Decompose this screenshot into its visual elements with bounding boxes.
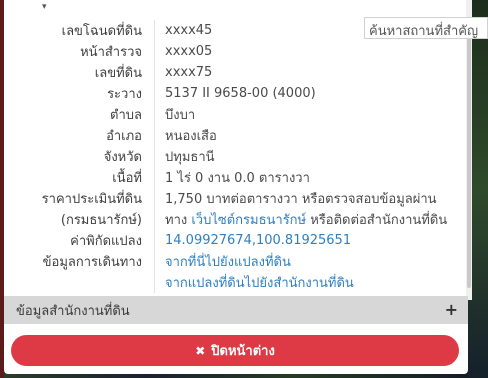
directions-to-office-link[interactable]: จากแปลงที่ดินไปยังสำนักงานที่ดิน <box>165 276 354 291</box>
table-row: ราคาประเมินที่ดิน 1,750 บาทต่อตารางวา หร… <box>4 188 466 209</box>
row-label <box>4 272 154 293</box>
row-value: 1 ไร่ 0 งาน 0.0 ตารางวา <box>165 171 310 186</box>
row-label: ข้อมูลการเดินทาง <box>42 255 142 270</box>
close-button-label: ปิดหน้าต่าง <box>211 344 275 359</box>
table-row: ข้อมูลการเดินทาง จากที่นี่ไปยังแปลงที่ดิ… <box>4 251 466 272</box>
row-label: (กรมธนารักษ์) <box>60 213 142 228</box>
row-value: xxxx75 <box>165 65 213 80</box>
table-row: เลขที่ดิน xxxx75 <box>4 62 466 83</box>
row-label: ราคาประเมินที่ดิน <box>41 192 142 207</box>
row-value: 1,750 บาทต่อตารางวา หรือตรวจสอบข้อมูลผ่า… <box>165 192 437 207</box>
table-row: ตำบล บึงบา <box>4 104 466 125</box>
directions-to-parcel-link[interactable]: จากที่นี่ไปยังแปลงที่ดิน <box>165 255 291 270</box>
row-label: จังหวัด <box>103 150 142 165</box>
row-label: ระวาง <box>107 87 142 102</box>
table-row: (กรมธนารักษ์) ทาง เว็บไซต์กรมธนารักษ์ หร… <box>4 209 466 230</box>
row-label: เลขที่ดิน <box>94 66 142 81</box>
chevron-down-icon: ▾ <box>42 2 47 12</box>
coordinates-link[interactable]: 14.09927674,100.81925651 <box>165 233 351 248</box>
row-value: 5137 II 9658-00 (4000) <box>165 86 316 101</box>
row-value: จากที่นี่ไปยังแปลงที่ดิน <box>155 251 466 272</box>
price-text-prefix: ทาง <box>165 213 192 228</box>
table-row: จากแปลงที่ดินไปยังสำนักงานที่ดิน <box>4 272 466 293</box>
row-label: เลขโฉนดที่ดิน <box>61 24 142 39</box>
row-value: บึงบา <box>165 108 196 123</box>
accordion-label: ข้อมูลสำนักงานที่ดิน <box>16 303 130 319</box>
price-text-suffix: หรือติดต่อสำนักงานที่ดิน <box>306 213 448 228</box>
table-row: ค่าพิกัดแปลง 14.09927674,100.81925651 <box>4 230 466 251</box>
table-row: อำเภอ หนองเสือ <box>4 125 466 146</box>
row-label: ค่าพิกัดแปลง <box>70 234 142 249</box>
row-label: หน้าสำรวจ <box>80 45 142 60</box>
table-row: เนื้อที่ 1 ไร่ 0 งาน 0.0 ตารางวา <box>4 167 466 188</box>
table-row: ระวาง 5137 II 9658-00 (4000) <box>4 83 466 104</box>
table-row: หน้าสำรวจ xxxx05 <box>4 41 466 62</box>
row-value: ปทุมธานี <box>165 150 215 165</box>
row-value: จากแปลงที่ดินไปยังสำนักงานที่ดิน <box>155 272 466 293</box>
treasury-website-link[interactable]: เว็บไซต์กรมธนารักษ์ <box>191 213 306 228</box>
row-value: xxxx05 <box>165 44 213 59</box>
plus-icon[interactable]: + <box>445 302 458 318</box>
search-input[interactable]: ค้นหาสถานที่สำคัญ <box>364 17 488 39</box>
parcel-info-table: เลขโฉนดที่ดิน xxxx45 หน้าสำรวจ xxxx05 เล… <box>4 20 466 293</box>
close-icon: ✖ <box>195 343 206 358</box>
row-label: เนื้อที่ <box>112 171 142 186</box>
row-value: หนองเสือ <box>165 129 217 144</box>
scrollbar-thumb[interactable] <box>467 18 471 288</box>
row-value: ทาง เว็บไซต์กรมธนารักษ์ หรือติดต่อสำนักง… <box>155 209 466 230</box>
land-office-info-accordion[interactable]: ข้อมูลสำนักงานที่ดิน + <box>4 296 468 324</box>
row-label: ตำบล <box>110 108 142 123</box>
close-window-button[interactable]: ✖ ปิดหน้าต่าง <box>11 335 459 366</box>
table-row: จังหวัด ปทุมธานี <box>4 146 466 167</box>
row-value: 14.09927674,100.81925651 <box>155 230 466 251</box>
row-label: อำเภอ <box>106 129 142 144</box>
